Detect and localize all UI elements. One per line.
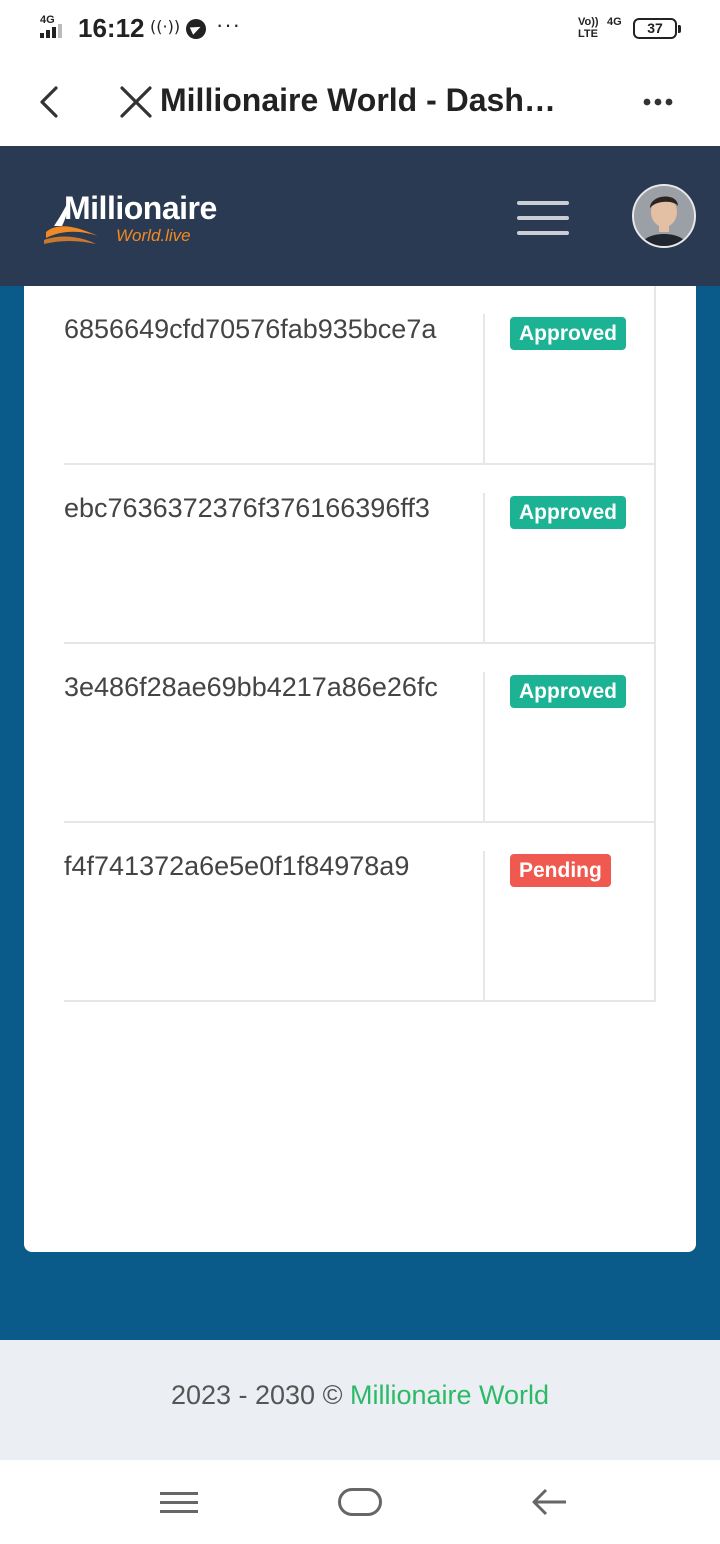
transactions-card: 6856649cfd70576fab935bce7a Approved ebc7…	[24, 286, 696, 1252]
close-icon[interactable]	[114, 80, 156, 124]
transactions-table: 6856649cfd70576fab935bce7a Approved ebc7…	[64, 286, 656, 1002]
status-bar: 4G 16:12 ((·)) ··· Vo)) LTE 4G 37	[0, 0, 720, 58]
page-footer: 2023 - 2030 © Millionaire World	[0, 1340, 720, 1460]
data-indicator: 4G	[607, 16, 622, 28]
telegram-icon	[186, 19, 206, 39]
recents-icon[interactable]	[160, 1488, 200, 1518]
status-cell: Approved	[485, 286, 656, 465]
transaction-hash: 6856649cfd70576fab935bce7a	[64, 314, 437, 344]
transaction-hash-cell: 6856649cfd70576fab935bce7a	[64, 314, 485, 465]
back-arrow-icon[interactable]	[528, 1484, 572, 1520]
site-header: Millionaire World.live	[0, 146, 720, 286]
status-cell: Pending	[485, 823, 656, 1002]
table-row: f4f741372a6e5e0f1f84978a9 Pending	[64, 823, 656, 1002]
page-title: Millionaire World - Dashboard	[160, 82, 560, 118]
volte-indicator: Vo)) LTE	[578, 16, 599, 40]
status-badge: Pending	[510, 854, 611, 887]
logo-wordmark: Millionaire	[64, 190, 217, 226]
browser-toolbar: Millionaire World - Dashboard	[0, 58, 720, 146]
back-chevron-icon[interactable]	[32, 80, 72, 124]
copyright-text: 2023 - 2030 ©	[170, 1380, 350, 1410]
transaction-hash-cell: 3e486f28ae69bb4217a86e26fc	[64, 672, 485, 823]
table-row: 3e486f28ae69bb4217a86e26fc Approved	[64, 644, 656, 823]
transaction-hash-cell: ebc7636372376f376166396ff3	[64, 493, 485, 644]
main-content: 6856649cfd70576fab935bce7a Approved ebc7…	[0, 286, 720, 1340]
more-options-icon[interactable]	[636, 84, 680, 120]
brand-logo[interactable]: Millionaire World.live	[40, 190, 240, 250]
clock: 16:12	[78, 13, 145, 43]
avatar[interactable]	[632, 184, 696, 248]
transaction-hash: 3e486f28ae69bb4217a86e26fc	[64, 672, 438, 702]
notification-overflow-icon: ···	[216, 12, 241, 37]
table-row: 6856649cfd70576fab935bce7a Approved	[64, 286, 656, 465]
battery-icon: 37	[633, 18, 681, 39]
status-badge: Approved	[510, 317, 627, 350]
network-generation: 4G	[40, 14, 55, 26]
logo-tagline: World.live	[116, 226, 191, 245]
transaction-hash: ebc7636372376f376166396ff3	[64, 493, 430, 523]
status-cell: Approved	[485, 465, 656, 644]
signal-icon: 4G	[38, 14, 72, 40]
footer-copyright: 2023 - 2030 © Millionaire World	[0, 1380, 720, 1411]
transaction-hash: f4f741372a6e5e0f1f84978a9	[64, 851, 410, 881]
system-navigation-bar	[0, 1460, 720, 1544]
table-row: ebc7636372376f376166396ff3 Approved	[64, 465, 656, 644]
footer-brand-link[interactable]: Millionaire World	[350, 1380, 549, 1410]
hotspot-icon: ((·))	[150, 17, 181, 36]
status-cell: Approved	[485, 644, 656, 823]
status-badge: Approved	[510, 496, 627, 529]
transaction-hash-cell: f4f741372a6e5e0f1f84978a9	[64, 851, 485, 1002]
status-badge: Approved	[510, 675, 627, 708]
menu-icon[interactable]	[517, 201, 569, 235]
home-icon[interactable]	[338, 1488, 382, 1516]
